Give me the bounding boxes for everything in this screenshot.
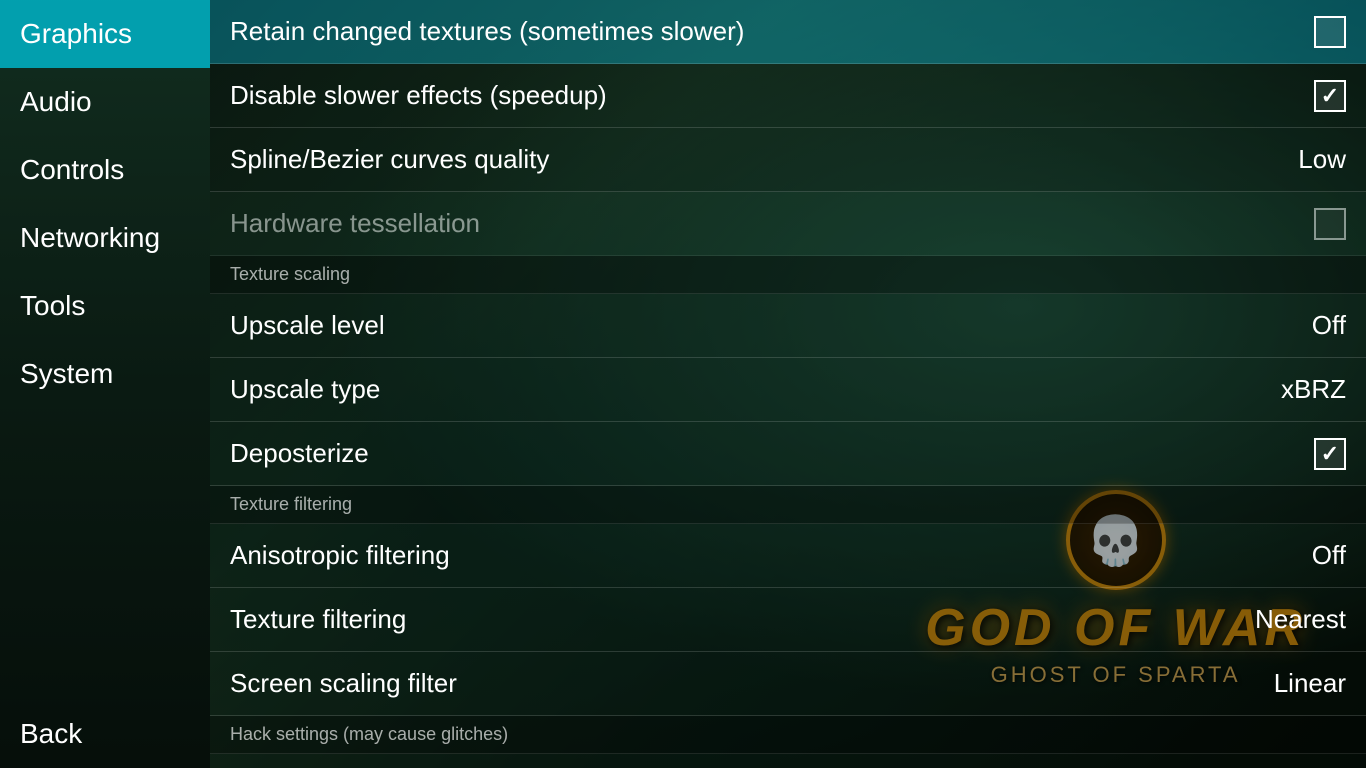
row-label-hardware-tessellation: Hardware tessellation <box>230 208 480 239</box>
settings-list: Retain changed textures (sometimes slowe… <box>210 0 1366 768</box>
sidebar-item-networking[interactable]: Networking <box>0 204 210 272</box>
settings-row-retain-textures[interactable]: Retain changed textures (sometimes slowe… <box>210 0 1366 64</box>
row-value-upscale-level: Off <box>1312 310 1346 341</box>
section-header-hack-settings-header: Hack settings (may cause glitches) <box>210 716 1366 754</box>
row-label-spline-quality: Spline/Bezier curves quality <box>230 144 549 175</box>
row-label-screen-scaling-filter: Screen scaling filter <box>230 668 457 699</box>
back-button[interactable]: Back <box>0 700 210 768</box>
sidebar-item-graphics[interactable]: Graphics <box>0 0 210 68</box>
section-header-label: Texture filtering <box>230 494 352 514</box>
settings-row-disable-slower[interactable]: Disable slower effects (speedup) <box>210 64 1366 128</box>
checkbox-disable-slower[interactable] <box>1314 80 1346 112</box>
section-header-texture-scaling-header: Texture scaling <box>210 256 1366 294</box>
row-value-screen-scaling-filter: Linear <box>1274 668 1346 699</box>
sidebar: GraphicsAudioControlsNetworkingToolsSyst… <box>0 0 210 768</box>
settings-row-anisotropic-filtering[interactable]: Anisotropic filtering Off <box>210 524 1366 588</box>
row-value-anisotropic-filtering: Off <box>1312 540 1346 571</box>
settings-row-screen-scaling-filter[interactable]: Screen scaling filter Linear <box>210 652 1366 716</box>
sidebar-item-controls[interactable]: Controls <box>0 136 210 204</box>
row-label-upscale-type: Upscale type <box>230 374 380 405</box>
sidebar-item-system[interactable]: System <box>0 340 210 408</box>
section-header-texture-filtering-header: Texture filtering <box>210 486 1366 524</box>
sidebar-item-tools[interactable]: Tools <box>0 272 210 340</box>
row-value-spline-quality: Low <box>1298 144 1346 175</box>
settings-row-upscale-type[interactable]: Upscale type xBRZ <box>210 358 1366 422</box>
row-label-retain-textures: Retain changed textures (sometimes slowe… <box>230 16 744 47</box>
sidebar-item-audio[interactable]: Audio <box>0 68 210 136</box>
main-content: 💀 GOD OF WAR GHOST OF SPARTA Retain chan… <box>210 0 1366 768</box>
checkbox-hardware-tessellation[interactable] <box>1314 208 1346 240</box>
settings-row-hardware-tessellation[interactable]: Hardware tessellation <box>210 192 1366 256</box>
section-header-label: Texture scaling <box>230 264 350 284</box>
row-label-upscale-level: Upscale level <box>230 310 385 341</box>
settings-row-spline-quality[interactable]: Spline/Bezier curves quality Low <box>210 128 1366 192</box>
row-label-texture-filtering: Texture filtering <box>230 604 406 635</box>
settings-row-texture-filtering[interactable]: Texture filtering Nearest <box>210 588 1366 652</box>
row-label-disable-slower: Disable slower effects (speedup) <box>230 80 607 111</box>
settings-row-timer-hack[interactable]: Timer hack <box>210 754 1366 768</box>
checkbox-retain-textures[interactable] <box>1314 16 1346 48</box>
row-label-anisotropic-filtering: Anisotropic filtering <box>230 540 450 571</box>
settings-row-upscale-level[interactable]: Upscale level Off <box>210 294 1366 358</box>
checkbox-deposterize[interactable] <box>1314 438 1346 470</box>
section-header-label: Hack settings (may cause glitches) <box>230 724 508 744</box>
row-value-texture-filtering: Nearest <box>1255 604 1346 635</box>
row-label-deposterize: Deposterize <box>230 438 369 469</box>
row-value-upscale-type: xBRZ <box>1281 374 1346 405</box>
settings-row-deposterize[interactable]: Deposterize <box>210 422 1366 486</box>
